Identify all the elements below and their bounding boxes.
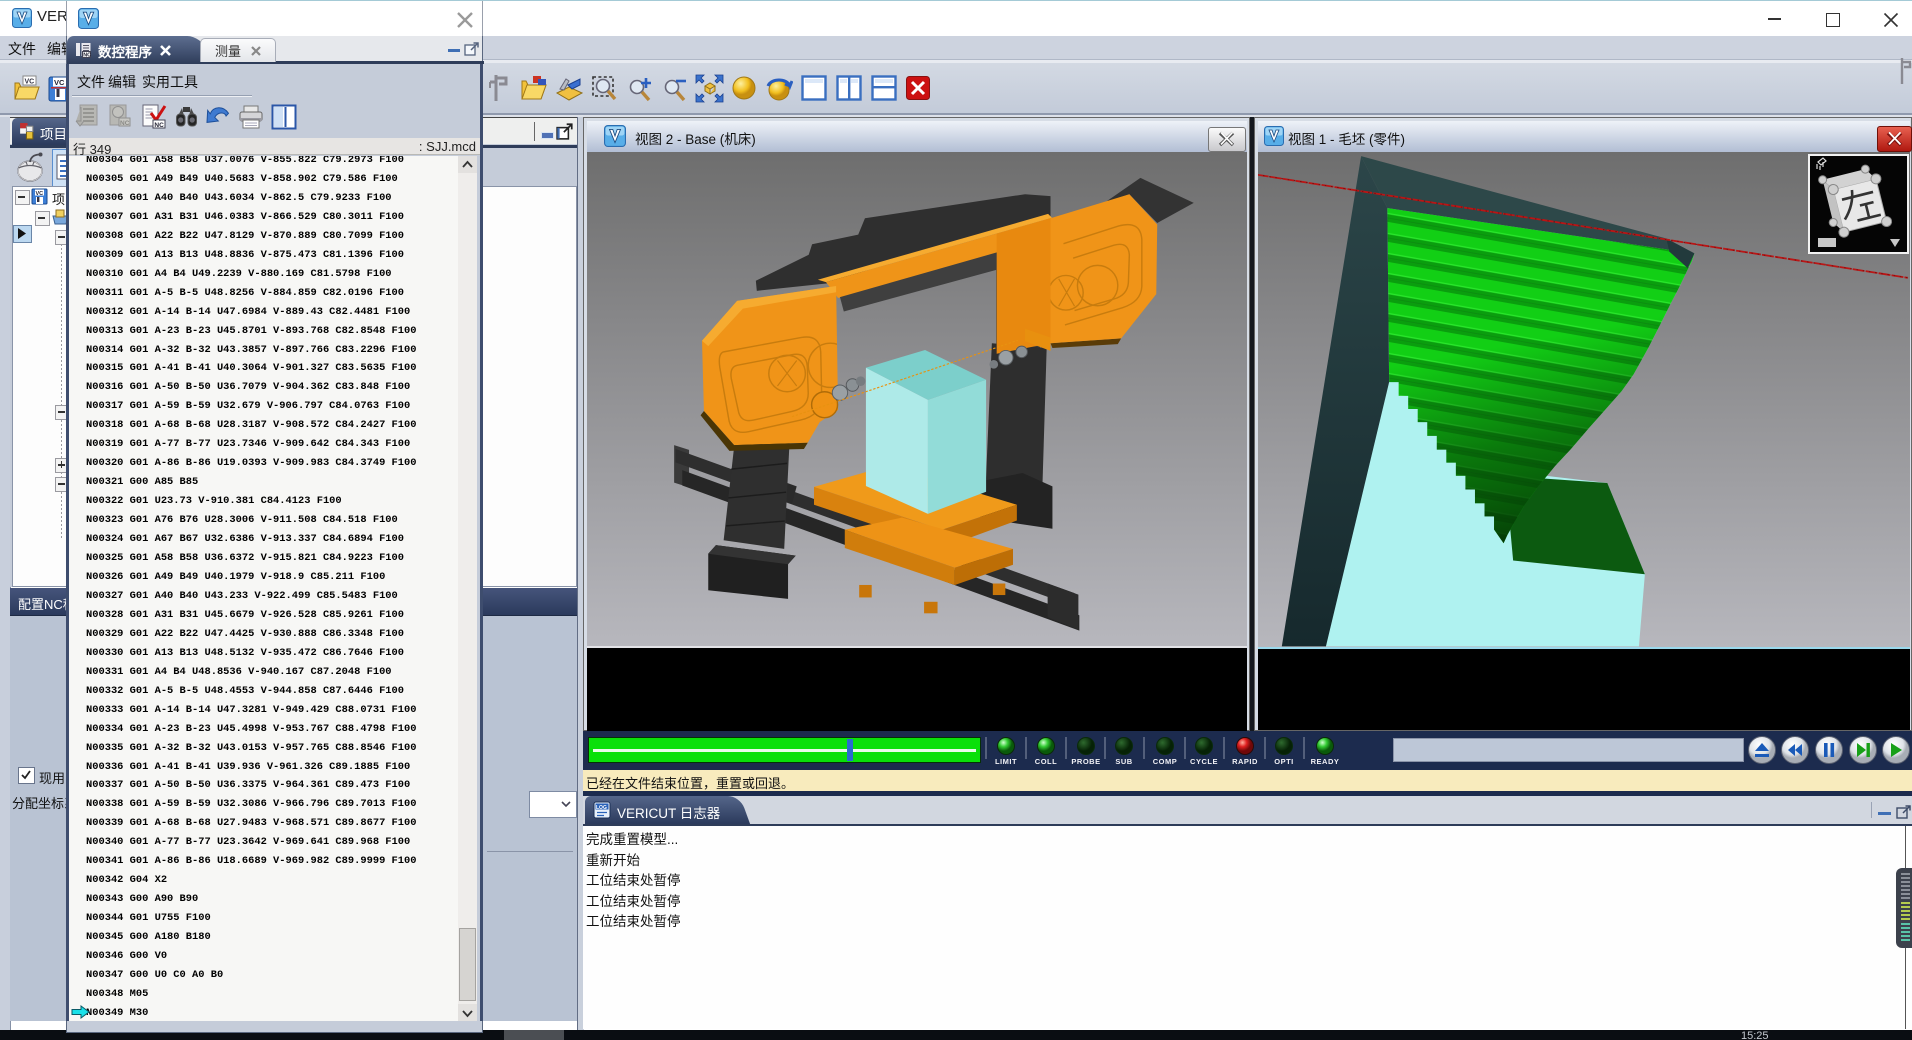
svg-text:VC: VC — [25, 79, 35, 86]
svg-text:NC: NC — [154, 122, 164, 129]
svg-text:NC: NC — [83, 53, 91, 59]
svg-text:CYCLE: CYCLE — [1190, 757, 1218, 766]
svg-text:PROBE: PROBE — [1071, 757, 1100, 766]
svg-text:RAPID: RAPID — [1232, 757, 1258, 766]
svg-text:VC: VC — [36, 191, 44, 197]
svg-text:NC: NC — [120, 120, 130, 127]
svg-text:OPTI: OPTI — [1274, 757, 1294, 766]
svg-text:COMP: COMP — [1153, 757, 1178, 766]
svg-text:LIMIT: LIMIT — [995, 757, 1017, 766]
svg-text:VC: VC — [54, 78, 65, 87]
svg-text:READY: READY — [1311, 757, 1340, 766]
svg-text:LOG: LOG — [596, 805, 607, 811]
svg-text:SUB: SUB — [1115, 757, 1132, 766]
svg-text:COLL: COLL — [1035, 757, 1057, 766]
